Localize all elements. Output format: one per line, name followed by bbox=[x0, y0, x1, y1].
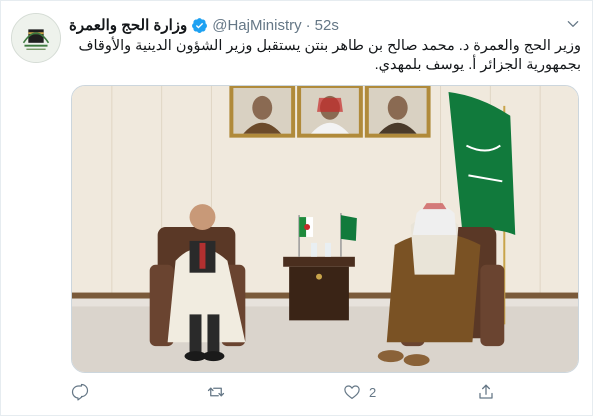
timestamp[interactable]: 52s bbox=[315, 17, 339, 34]
reply-action[interactable] bbox=[71, 381, 97, 403]
share-icon[interactable] bbox=[477, 383, 495, 401]
share-action[interactable] bbox=[477, 381, 495, 403]
display-name[interactable]: وزارة الحج والعمرة bbox=[69, 16, 187, 34]
user-handle[interactable]: @HajMinistry bbox=[212, 17, 301, 34]
hajj-ministry-logo-icon bbox=[12, 14, 60, 62]
meeting-photo bbox=[72, 86, 578, 372]
chevron-down-icon[interactable] bbox=[566, 17, 580, 31]
tweet-text: وزير الحج والعمرة د. محمد صالح بن طاهر ب… bbox=[78, 38, 581, 73]
like-action[interactable]: 2 bbox=[343, 381, 376, 403]
tweet-photo[interactable] bbox=[71, 85, 579, 373]
tweet-actions: 2 bbox=[71, 381, 501, 403]
heart-icon[interactable] bbox=[343, 383, 361, 401]
like-count: 2 bbox=[369, 384, 377, 400]
avatar[interactable] bbox=[11, 13, 61, 63]
verified-badge-icon bbox=[192, 17, 208, 33]
retweet-action[interactable] bbox=[207, 381, 233, 403]
reply-icon[interactable] bbox=[71, 383, 89, 401]
tweet-card[interactable]: وزارة الحج والعمرة @HajMinistry · 52s وز… bbox=[0, 0, 593, 416]
retweet-icon[interactable] bbox=[207, 383, 225, 401]
tweet-header: وزارة الحج والعمرة @HajMinistry · 52s bbox=[69, 15, 339, 35]
separator-dot: · bbox=[305, 16, 311, 34]
